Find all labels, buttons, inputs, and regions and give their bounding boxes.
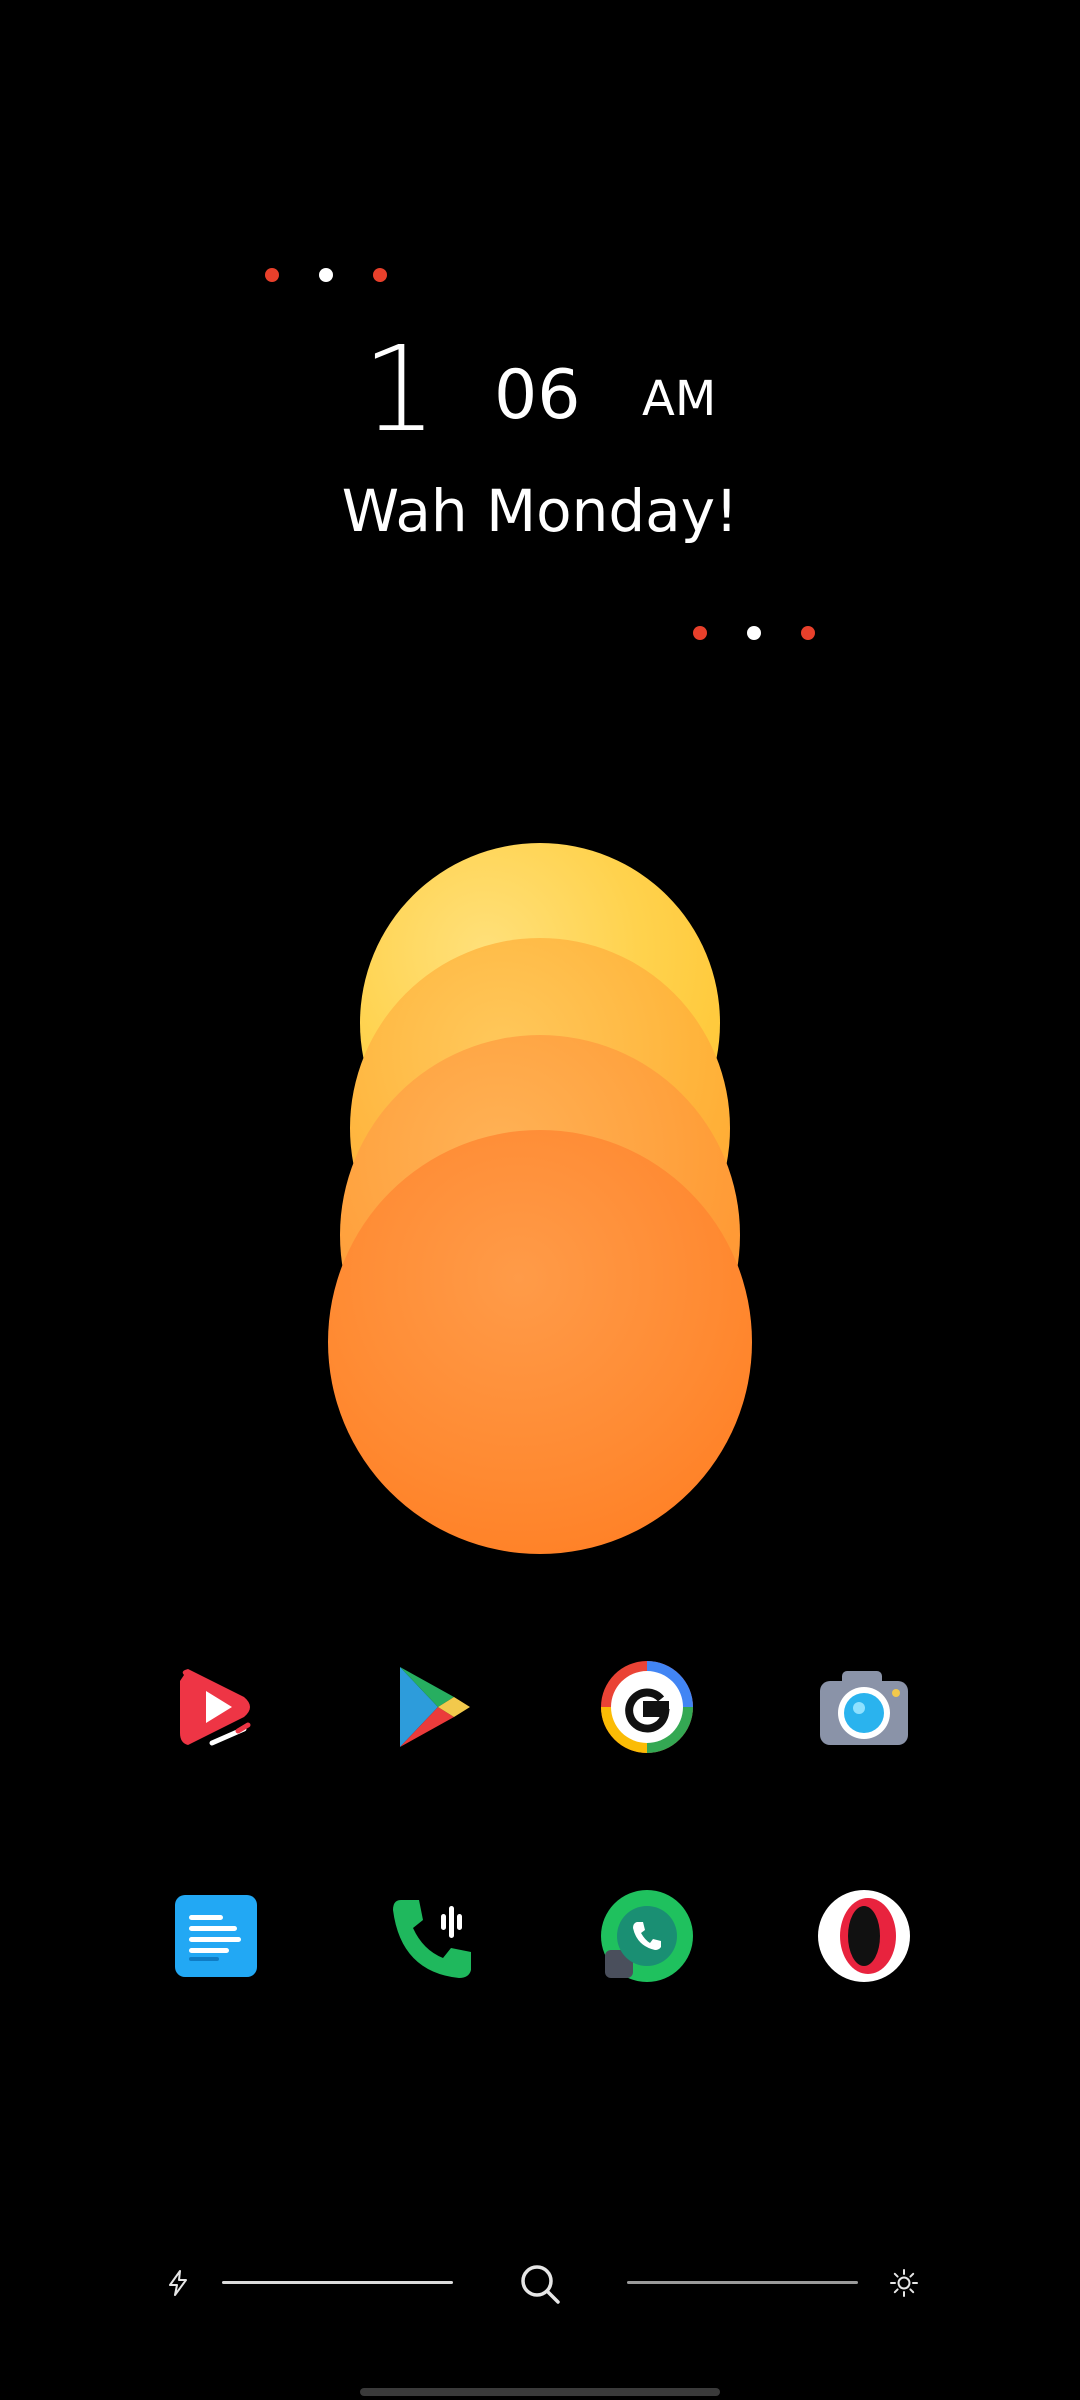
app-video-player[interactable] [166,1657,266,1757]
left-slider-track[interactable] [222,2281,453,2284]
greeting-text: Wah Monday! [341,477,739,545]
app-notes[interactable] [166,1886,266,1986]
play-store-icon [400,1667,470,1747]
camera-icon [820,1671,908,1745]
app-play-store[interactable] [383,1657,483,1757]
app-google[interactable] [597,1657,697,1757]
whatsapp-icon [601,1890,693,1982]
video-player-icon [180,1669,251,1746]
app-phone[interactable] [383,1886,483,1986]
decor-dot-red [801,626,815,640]
search-icon [521,2265,560,2304]
flash-icon [169,2270,187,2296]
phone-icon [393,1900,471,1978]
decor-circle-deep-orange [328,1130,752,1554]
decor-dot-white [747,626,761,640]
search-button[interactable] [518,2262,562,2306]
notes-icon [175,1895,257,1977]
decor-dot-red [693,626,707,640]
gesture-navigation-bar[interactable] [360,2388,720,2396]
flash-toggle[interactable] [163,2268,193,2298]
clock-hour[interactable]: 1 [362,330,437,448]
decor-dot-red [265,268,279,282]
google-icon [601,1661,693,1753]
app-whatsapp[interactable] [597,1886,697,1986]
decor-dot-white [319,268,333,282]
brightness-toggle[interactable] [889,2268,919,2298]
app-camera[interactable] [814,1657,914,1757]
clock-minute[interactable]: 06 [494,362,581,430]
opera-icon [818,1890,910,1982]
clock-ampm: AM [642,371,717,427]
brightness-icon [890,2269,918,2297]
brightness-slider-track[interactable] [627,2281,858,2284]
app-opera[interactable] [814,1886,914,1986]
decor-dot-red [373,268,387,282]
